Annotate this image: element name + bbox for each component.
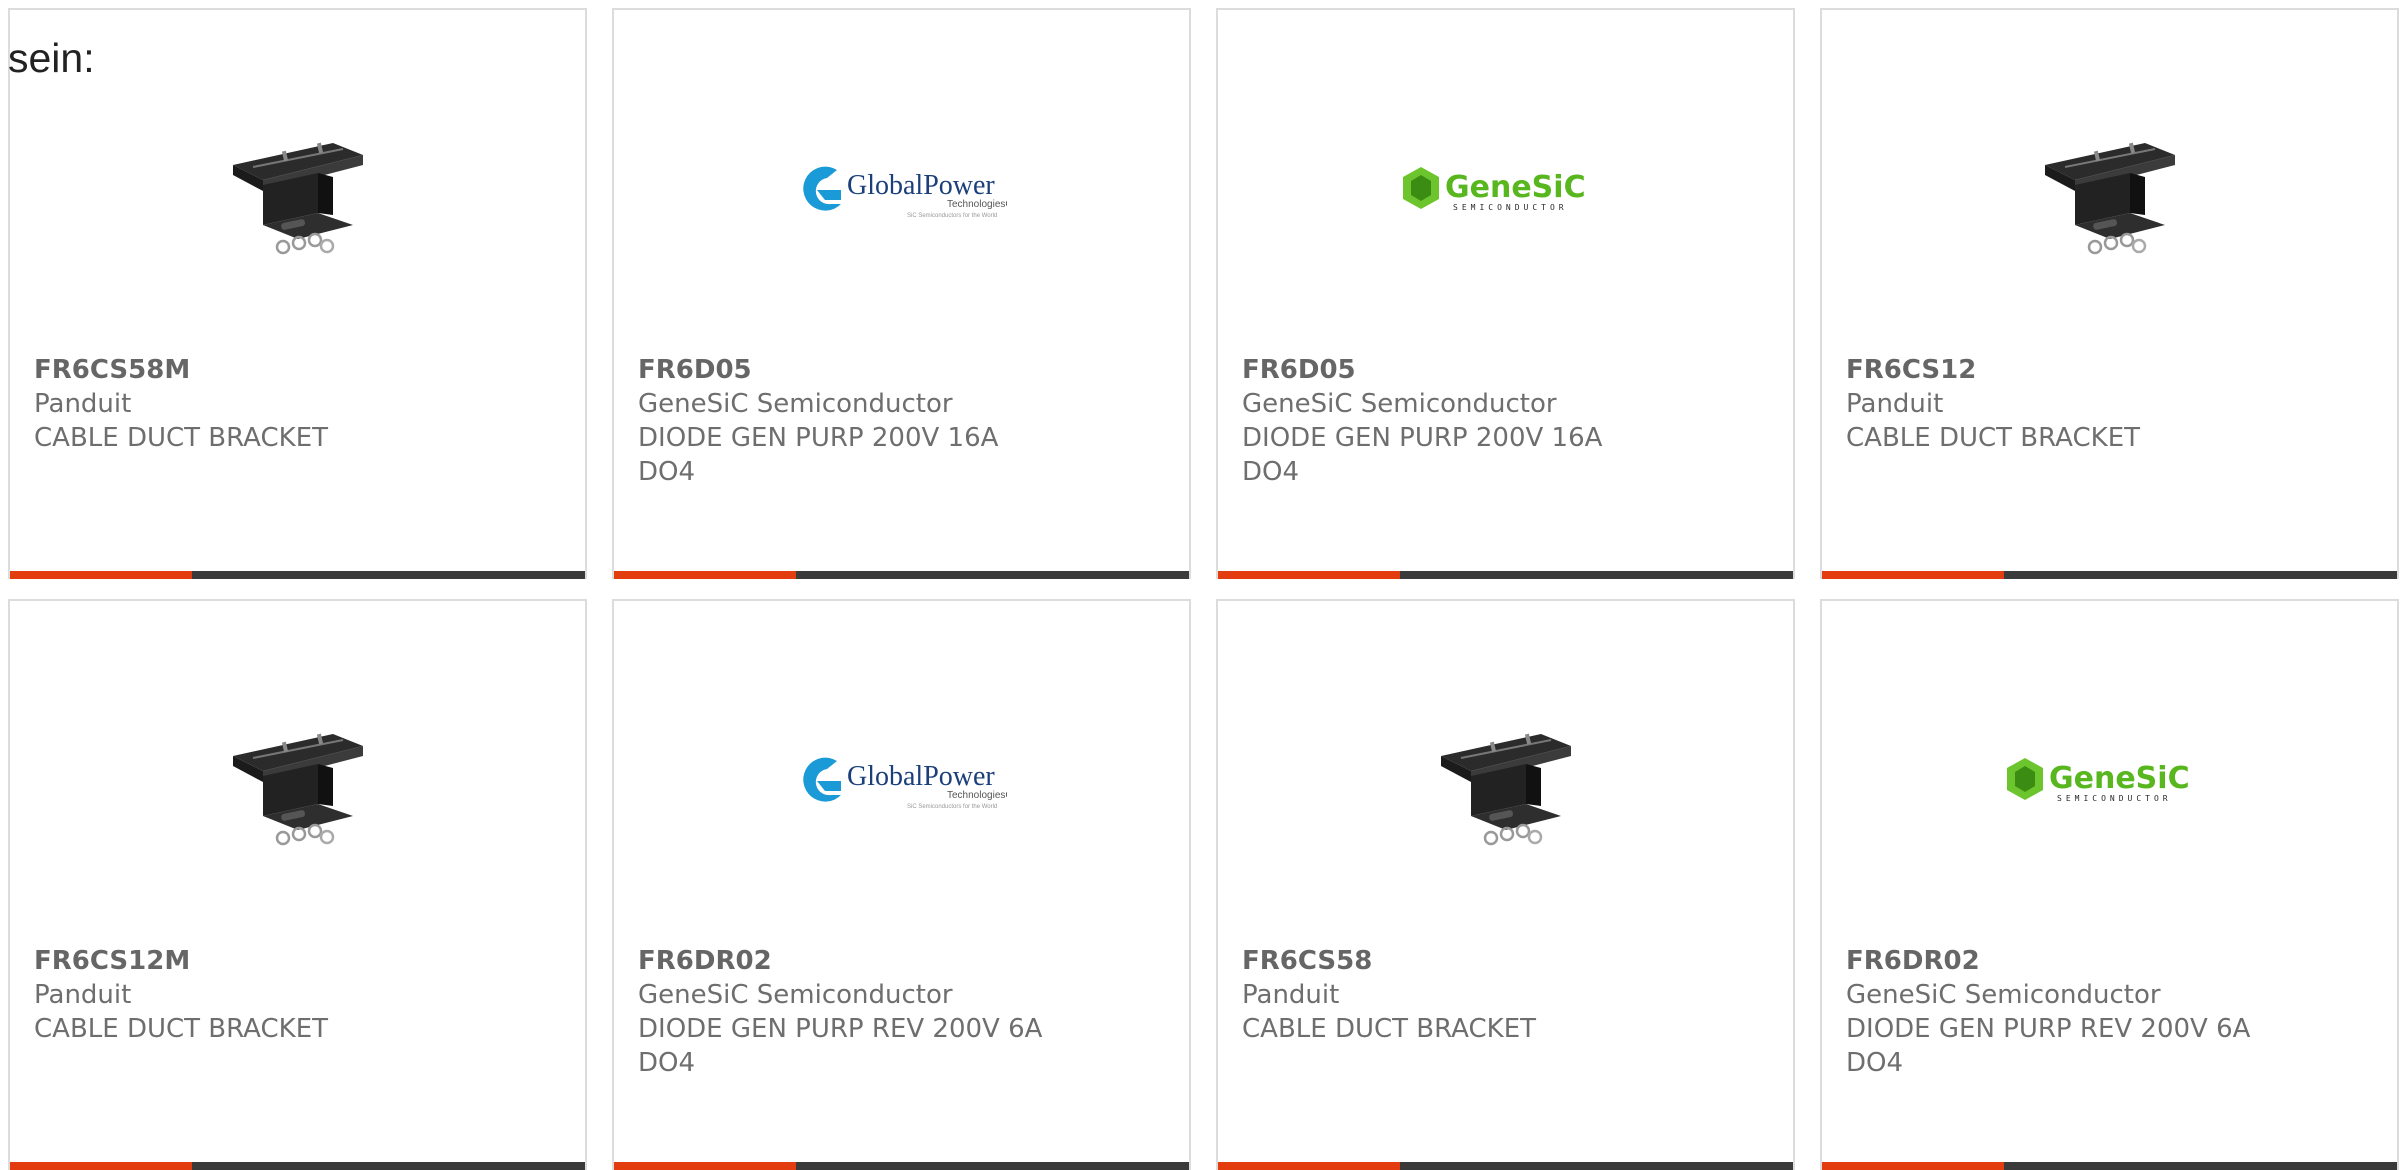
manufacturer-name: Panduit [1242,980,1340,1010]
cable-duct-bracket-image [1440,733,1571,846]
product-description: DIODE GEN PURP REV 200V 6A DO4 [638,1014,1043,1078]
product-image[interactable]: GeneSiC SEMICONDUCTOR [1822,701,2397,861]
product-info: FR6DR02 GeneSiC Semiconductor DIODE GEN … [1846,944,2373,1080]
manufacturer-name: Panduit [1846,389,1944,419]
product-card[interactable]: FR6CS58M Panduit CABLE DUCT BRACKET [8,8,587,579]
accent-bar [1822,1162,2004,1170]
svg-text:GlobalPower: GlobalPower [847,761,995,792]
svg-text:TechnologiesGroup: TechnologiesGroup [947,790,1007,801]
manufacturer-name: GeneSiC Semiconductor [1242,389,1557,419]
svg-text:GeneSiC: GeneSiC [2049,761,2190,796]
product-card[interactable]: GeneSiC SEMICONDUCTOR FR6DR02 GeneSiC Se… [1820,599,2399,1170]
card-footer-bar [1218,1162,1793,1170]
genesic-logo: GeneSiC SEMICONDUCTOR [2006,758,2190,803]
part-number-link[interactable]: FR6D05 [1242,353,1769,387]
card-footer-bar [1218,571,1793,579]
part-number-link[interactable]: FR6CS12M [34,944,561,978]
product-info: FR6CS58 Panduit CABLE DUCT BRACKET [1242,944,1769,1046]
card-footer-bar [10,571,585,579]
product-description: CABLE DUCT BRACKET [34,1014,328,1044]
cable-duct-bracket-image [2044,142,2175,255]
product-card[interactable]: FR6CS58 Panduit CABLE DUCT BRACKET [1216,599,1795,1170]
product-card[interactable]: FR6CS12M Panduit CABLE DUCT BRACKET [8,599,587,1170]
product-description: CABLE DUCT BRACKET [1846,423,2140,453]
globalpower-logo: GlobalPower TechnologiesGroup SiC Semico… [802,166,1007,219]
card-footer-bar [10,1162,585,1170]
card-footer-bar [614,571,1189,579]
genesic-logo: GeneSiC SEMICONDUCTOR [1402,167,1586,212]
product-info: FR6D05 GeneSiC Semiconductor DIODE GEN P… [638,353,1165,489]
product-image[interactable]: GlobalPower TechnologiesGroup SiC Semico… [614,110,1189,270]
product-info: FR6CS58M Panduit CABLE DUCT BRACKET [34,353,561,455]
manufacturer-name: GeneSiC Semiconductor [638,389,953,419]
accent-bar [1218,571,1400,579]
product-info: FR6CS12M Panduit CABLE DUCT BRACKET [34,944,561,1046]
accent-bar [10,571,192,579]
manufacturer-name: GeneSiC Semiconductor [638,980,953,1010]
product-card[interactable]: GlobalPower TechnologiesGroup SiC Semico… [612,599,1191,1170]
card-footer-bar [1822,571,2397,579]
manufacturer-name: Panduit [34,389,132,419]
part-number-link[interactable]: FR6CS12 [1846,353,2373,387]
product-info: FR6CS12 Panduit CABLE DUCT BRACKET [1846,353,2373,455]
product-image[interactable] [10,110,585,270]
svg-text:SEMICONDUCTOR: SEMICONDUCTOR [2057,794,2172,803]
accent-bar [1218,1162,1400,1170]
product-info: FR6DR02 GeneSiC Semiconductor DIODE GEN … [638,944,1165,1080]
product-grid: FR6CS58M Panduit CABLE DUCT BRACKET Glob… [8,8,2399,1170]
cable-duct-bracket-image [232,142,363,255]
manufacturer-name: Panduit [34,980,132,1010]
svg-text:SEMICONDUCTOR: SEMICONDUCTOR [1453,203,1568,212]
product-card[interactable]: FR6CS12 Panduit CABLE DUCT BRACKET [1820,8,2399,579]
product-image[interactable]: GeneSiC SEMICONDUCTOR [1218,110,1793,270]
part-number-link[interactable]: FR6CS58M [34,353,561,387]
card-footer-bar [1822,1162,2397,1170]
cable-duct-bracket-image [232,733,363,846]
svg-text:GeneSiC: GeneSiC [1445,170,1586,205]
svg-text:SiC Semiconductors for the Wor: SiC Semiconductors for the World [907,213,997,219]
accent-bar [1822,571,2004,579]
product-description: DIODE GEN PURP 200V 16A DO4 [638,423,999,487]
part-number-link[interactable]: FR6CS58 [1242,944,1769,978]
svg-text:SiC Semiconductors for the Wor: SiC Semiconductors for the World [907,804,997,810]
manufacturer-name: GeneSiC Semiconductor [1846,980,2161,1010]
product-description: CABLE DUCT BRACKET [1242,1014,1536,1044]
card-footer-bar [614,1162,1189,1170]
product-card[interactable]: GlobalPower TechnologiesGroup SiC Semico… [612,8,1191,579]
product-image[interactable] [1822,110,2397,270]
accent-bar [614,1162,796,1170]
product-description: DIODE GEN PURP REV 200V 6A DO4 [1846,1014,2251,1078]
accent-bar [10,1162,192,1170]
product-description: DIODE GEN PURP 200V 16A DO4 [1242,423,1603,487]
intro-text: sein: [8,35,95,81]
product-image[interactable] [10,701,585,861]
part-number-link[interactable]: FR6DR02 [1846,944,2373,978]
accent-bar [614,571,796,579]
svg-text:GlobalPower: GlobalPower [847,170,995,201]
svg-text:TechnologiesGroup: TechnologiesGroup [947,199,1007,210]
globalpower-logo: GlobalPower TechnologiesGroup SiC Semico… [802,757,1007,810]
product-image[interactable] [1218,701,1793,861]
product-card[interactable]: GeneSiC SEMICONDUCTOR FR6D05 GeneSiC Sem… [1216,8,1795,579]
product-description: CABLE DUCT BRACKET [34,423,328,453]
part-number-link[interactable]: FR6D05 [638,353,1165,387]
part-number-link[interactable]: FR6DR02 [638,944,1165,978]
product-image[interactable]: GlobalPower TechnologiesGroup SiC Semico… [614,701,1189,861]
product-info: FR6D05 GeneSiC Semiconductor DIODE GEN P… [1242,353,1769,489]
